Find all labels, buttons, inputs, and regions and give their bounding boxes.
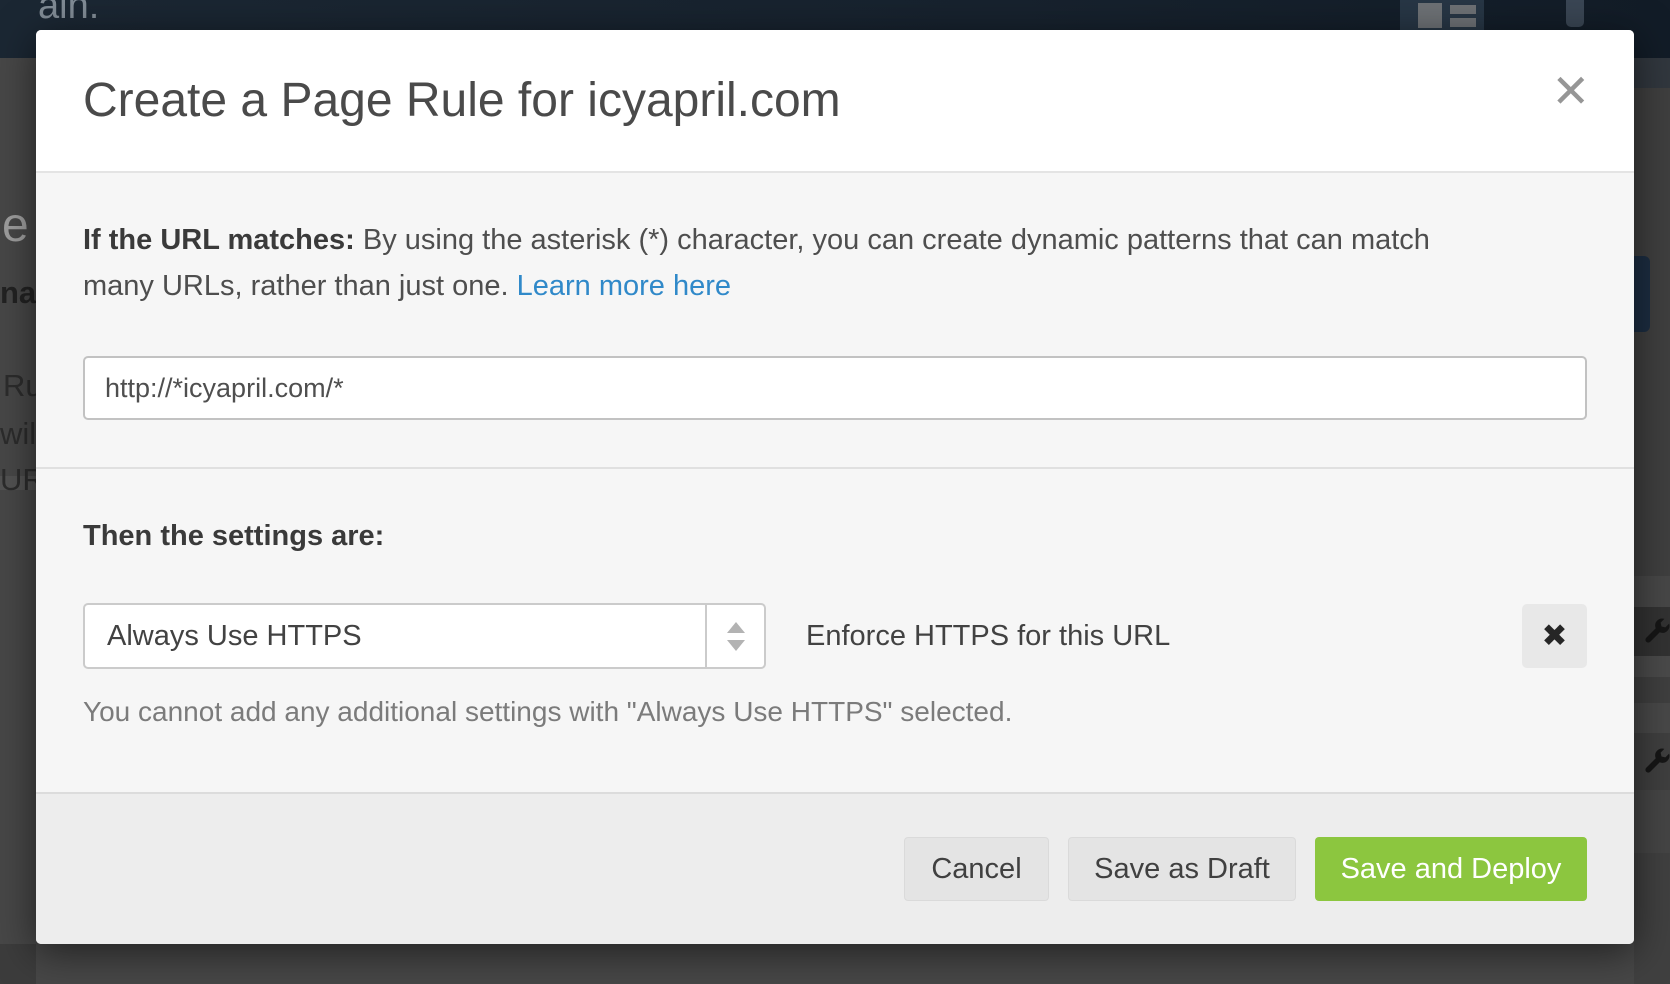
url-match-description: If the URL matches: By using the asteris… (83, 217, 1587, 309)
clipped-text-fragment: Ru (3, 368, 36, 404)
setting-select[interactable]: Always Use HTTPS (83, 603, 766, 669)
screen: ain. e nav Ru will UR (0, 0, 1670, 984)
clipped-text-fragment: UR (0, 462, 36, 498)
backdrop-left-strip: e nav Ru will UR (0, 58, 36, 984)
layout-panels-icon (1400, 0, 1484, 31)
modal-body: If the URL matches: By using the asteris… (36, 173, 1634, 792)
clipped-text-fragment: will (0, 416, 36, 452)
save-as-draft-button[interactable]: Save as Draft (1068, 837, 1296, 901)
save-and-deploy-button[interactable]: Save and Deploy (1315, 837, 1587, 901)
cancel-button[interactable]: Cancel (904, 837, 1049, 901)
setting-select-value: Always Use HTTPS (85, 605, 705, 667)
settings-heading: Then the settings are: (83, 520, 1587, 553)
create-page-rule-modal: Create a Page Rule for icyapril.com ✕ If… (36, 30, 1634, 944)
clipped-text-fragment: e (2, 198, 29, 253)
clipped-text-fragment: nav (0, 275, 36, 311)
setting-description: Enforce HTTPS for this URL (806, 620, 1170, 653)
url-match-desc-line1: By using the asterisk (*) character, you… (355, 224, 1430, 256)
section-divider (36, 467, 1634, 469)
modal-title: Create a Page Rule for icyapril.com (83, 73, 841, 128)
header-widget-fragment (1566, 0, 1584, 27)
learn-more-link[interactable]: Learn more here (517, 270, 731, 302)
blue-button-fragment (1634, 256, 1650, 332)
settings-note: You cannot add any additional settings w… (83, 696, 1587, 728)
backdrop-right-strip (1634, 58, 1670, 984)
x-icon: ✖ (1542, 618, 1568, 654)
wrench-icon (1642, 616, 1670, 646)
remove-setting-button[interactable]: ✖ (1522, 604, 1587, 668)
clipped-header-text: ain. (38, 0, 99, 28)
url-match-label: If the URL matches: (83, 224, 355, 256)
setting-row: Always Use HTTPS Enforce HTTPS for this … (83, 603, 1587, 669)
close-icon[interactable]: ✕ (1551, 68, 1590, 114)
modal-footer: Cancel Save as Draft Save and Deploy (36, 792, 1634, 944)
chevron-up-down-icon (705, 605, 764, 667)
wrench-icon (1642, 746, 1670, 776)
modal-header: Create a Page Rule for icyapril.com ✕ (36, 30, 1634, 173)
url-match-desc-line2: many URLs, rather than just one. (83, 270, 517, 302)
url-pattern-input[interactable] (83, 356, 1587, 420)
